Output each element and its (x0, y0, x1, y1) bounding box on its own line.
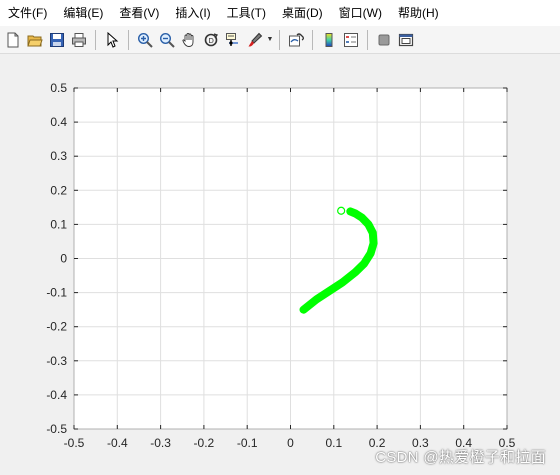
figure-toolbar: D ▼ (0, 26, 560, 54)
hide-plot-tools-icon[interactable] (374, 30, 394, 50)
x-tick-label: 0.1 (325, 436, 342, 450)
legend-icon[interactable] (341, 30, 361, 50)
menu-bar: 文件(F) 编辑(E) 查看(V) 插入(I) 工具(T) 桌面(D) 窗口(W… (0, 0, 560, 26)
x-tick-label: -0.3 (150, 436, 171, 450)
chevron-down-icon[interactable]: ▼ (266, 30, 274, 50)
pan-hand-icon[interactable] (179, 30, 199, 50)
toolbar-separator (128, 29, 129, 50)
toolbar-separator (312, 29, 313, 50)
zoom-out-icon[interactable] (157, 30, 177, 50)
y-tick-label: -0.5 (46, 422, 67, 436)
y-tick-label: 0.3 (50, 149, 67, 163)
toolbar-separator (279, 29, 280, 50)
brush-icon[interactable] (245, 30, 265, 50)
y-tick-label: 0.2 (50, 183, 67, 197)
new-figure-icon[interactable] (3, 30, 23, 50)
y-tick-label: -0.1 (46, 286, 67, 300)
y-tick-label: 0 (60, 252, 67, 266)
svg-text:D: D (209, 37, 214, 45)
x-tick-label: -0.4 (107, 436, 128, 450)
menu-desktop[interactable]: 桌面(D) (274, 0, 331, 26)
y-tick-label: -0.2 (46, 320, 67, 334)
y-tick-label: 0.1 (50, 217, 67, 231)
show-plot-tools-icon[interactable] (396, 30, 416, 50)
open-file-icon[interactable] (25, 30, 45, 50)
data-cursor-icon[interactable] (223, 30, 243, 50)
menu-help[interactable]: 帮助(H) (390, 0, 447, 26)
toolbar-separator (367, 29, 368, 50)
save-icon[interactable] (47, 30, 67, 50)
watermark-text: CSDN @热爱橙子和拉面 (375, 449, 546, 466)
y-tick-label: -0.4 (46, 388, 67, 402)
link-plot-icon[interactable] (286, 30, 306, 50)
data-marker (337, 206, 346, 215)
menu-file[interactable]: 文件(F) (0, 0, 55, 26)
edit-plot-arrow-icon[interactable] (102, 30, 122, 50)
zoom-in-icon[interactable] (135, 30, 155, 50)
plot-axes[interactable]: -0.5 -0.4 -0.3 -0.2 -0.1 0 0.1 0.2 0.3 0.4 0.5 0.5… (0, 55, 560, 475)
open-circle-marker (337, 206, 346, 215)
x-tick-label: -0.2 (194, 436, 215, 450)
menu-edit[interactable]: 编辑(E) (55, 0, 111, 26)
colorbar-icon[interactable] (319, 30, 339, 50)
menu-insert[interactable]: 插入(I) (167, 0, 218, 26)
x-tick-label: 0 (287, 436, 294, 450)
print-icon[interactable] (69, 30, 89, 50)
y-tick-label: 0.5 (50, 81, 67, 95)
y-tick-label: -0.3 (46, 354, 67, 368)
figure-canvas: -0.5 -0.4 -0.3 -0.2 -0.1 0 0.1 0.2 0.3 0.4 0.5 0.5… (0, 55, 560, 475)
y-tick-labels: 0.5 0.4 0.3 0.2 0.1 0 -0.1 -0.2 -0.3 -0.4 -0.5 (46, 81, 67, 436)
menu-tools[interactable]: 工具(T) (219, 0, 274, 26)
menu-window[interactable]: 窗口(W) (331, 0, 390, 26)
menu-view[interactable]: 查看(V) (111, 0, 167, 26)
y-tick-label: 0.4 (50, 115, 67, 129)
x-tick-label: -0.1 (237, 436, 258, 450)
toolbar-separator (95, 29, 96, 50)
rotate-3d-icon[interactable]: D (201, 30, 221, 50)
x-tick-label: -0.5 (64, 436, 85, 450)
